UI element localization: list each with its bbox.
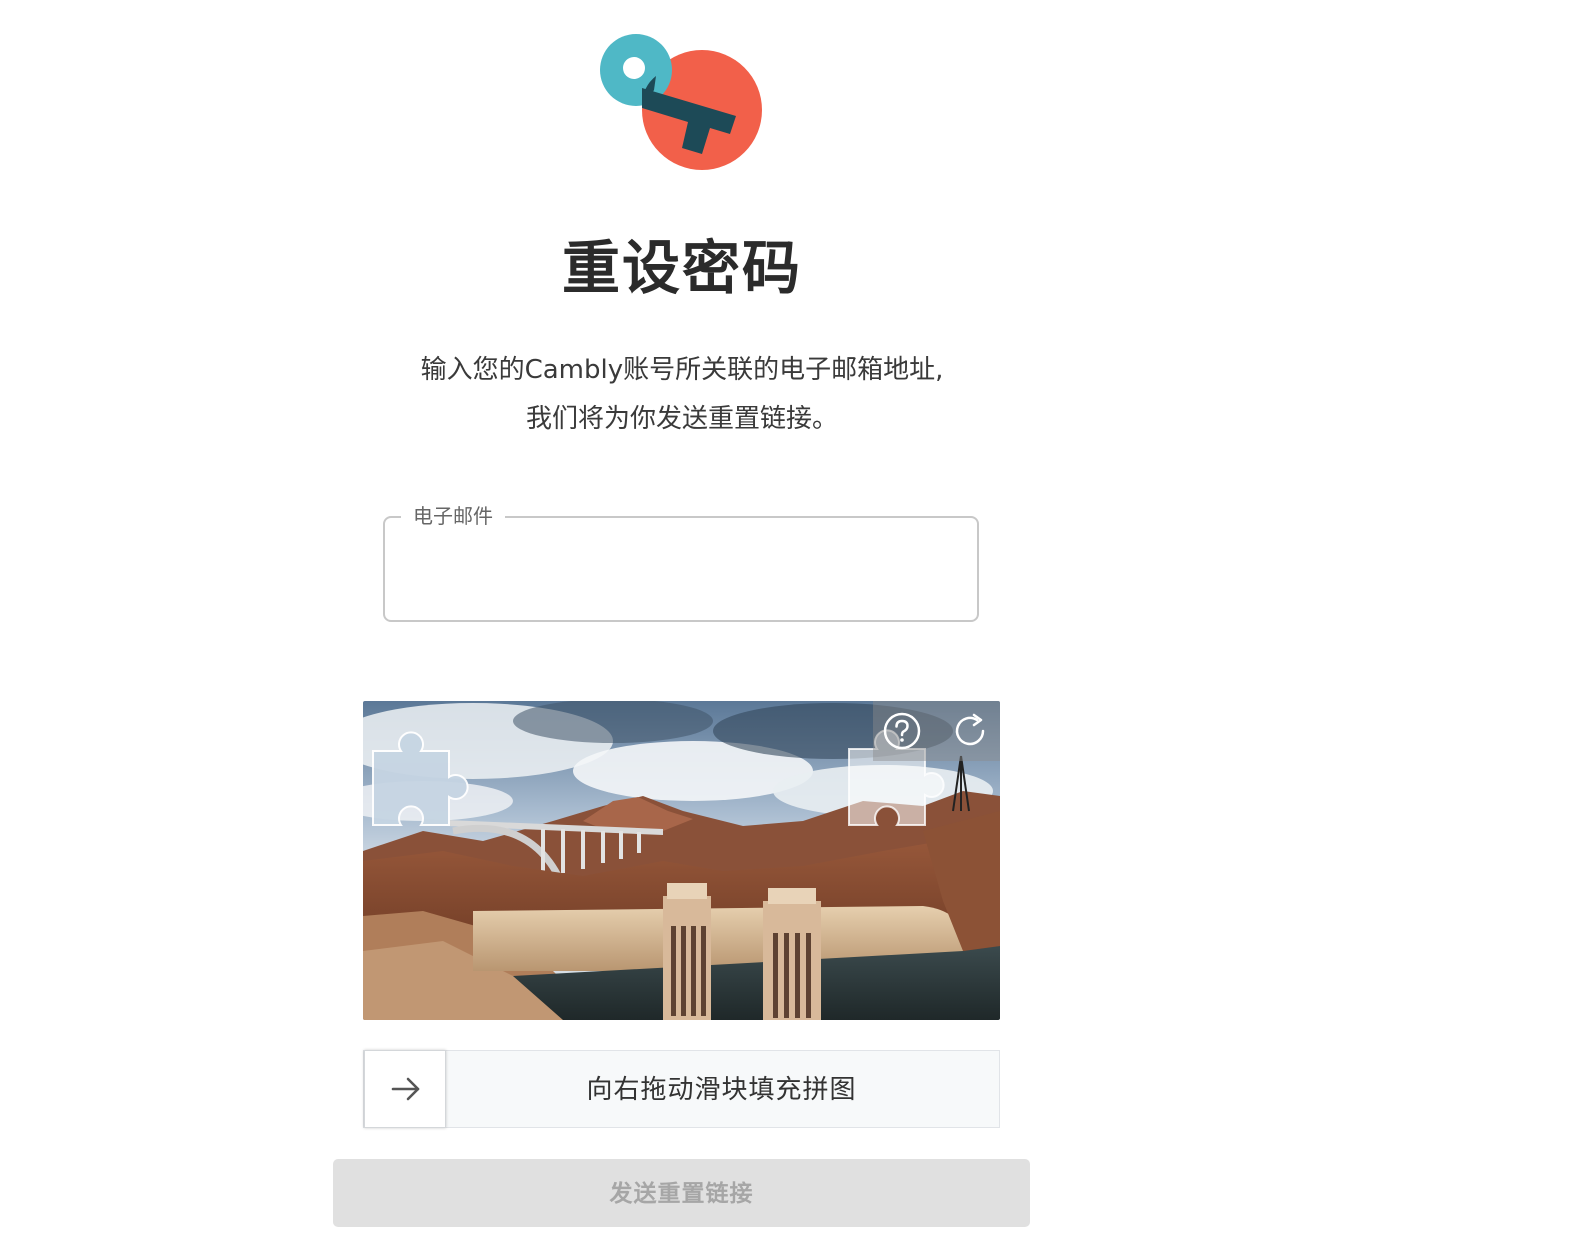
- email-input[interactable]: [405, 548, 957, 600]
- refresh-icon: [955, 713, 985, 746]
- captcha-puzzle-image: [363, 701, 1000, 1020]
- slider-instruction: 向右拖动滑块填充拼图: [586, 1075, 857, 1105]
- reset-password-page: 重设密码 输入您的Cambly账号所关联的电子邮箱地址, 我们将为你发送重置链接…: [0, 0, 1574, 1246]
- cambly-key-logo: [596, 30, 768, 174]
- email-field-label: 电子邮件: [401, 502, 505, 530]
- email-field[interactable]: 电子邮件: [383, 502, 979, 622]
- key-icon: [600, 34, 762, 170]
- instructions-text: 输入您的Cambly账号所关联的电子邮箱地址, 我们将为你发送重置链接。: [0, 346, 1364, 444]
- captcha-help-button[interactable]: [882, 711, 922, 751]
- send-reset-link-button[interactable]: 发送重置链接: [333, 1159, 1030, 1227]
- instructions-line-2: 我们将为你发送重置链接。: [525, 404, 838, 434]
- question-circle-icon: [883, 712, 921, 750]
- captcha-toolbar: [873, 701, 1000, 761]
- captcha-slider-track[interactable]: 向右拖动滑块填充拼图: [363, 1050, 1000, 1128]
- page-title: 重设密码: [561, 234, 802, 302]
- instructions-line-1: 输入您的Cambly账号所关联的电子邮箱地址,: [420, 355, 944, 385]
- arrow-right-icon: [391, 1077, 420, 1101]
- captcha-refresh-button[interactable]: [950, 711, 990, 751]
- slider-handle[interactable]: [364, 1050, 446, 1128]
